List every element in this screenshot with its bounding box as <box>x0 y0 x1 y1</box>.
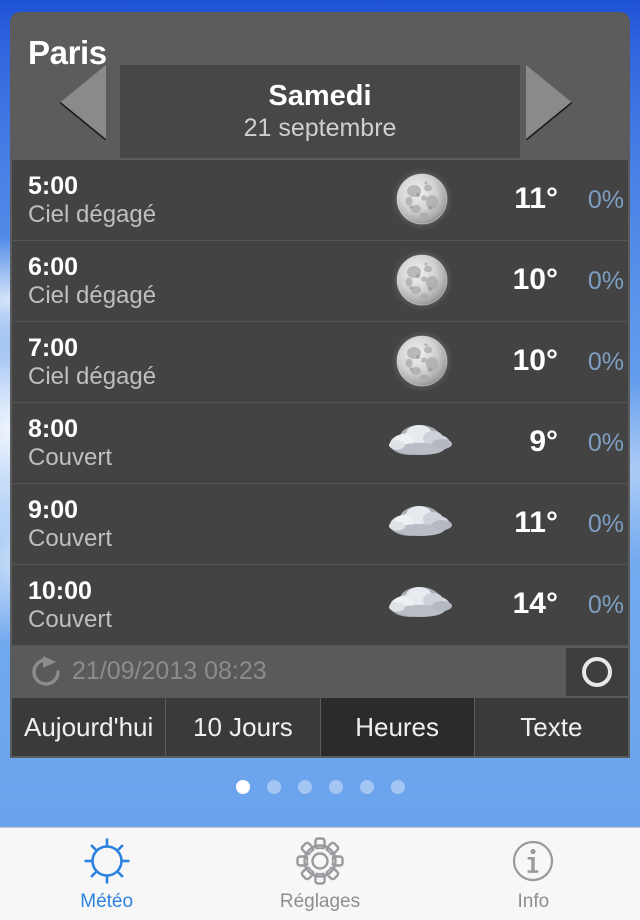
hourly-row[interactable]: 7:00 Ciel dégagé 10° 0% <box>12 322 628 403</box>
hour-weather-icon <box>380 330 464 394</box>
cloud-icon <box>389 425 452 455</box>
hour-precipitation: 0% <box>587 267 624 295</box>
current-date-display[interactable]: Samedi 21 septembre <box>120 65 520 158</box>
hour-temperature: 10° <box>512 263 558 296</box>
refresh-bar: 21/09/2013 08:23 <box>12 646 628 698</box>
hour-weather-icon <box>380 492 464 556</box>
hour-weather-icon <box>380 411 464 475</box>
hour-time: 6:00 <box>28 253 79 281</box>
hourly-row-text: 6:00 Ciel dégagé <box>28 253 156 311</box>
hour-temperature: 9° <box>529 425 558 458</box>
hour-time: 7:00 <box>28 334 79 362</box>
page-dot[interactable] <box>266 780 281 794</box>
page-dot[interactable] <box>359 780 374 794</box>
info-icon <box>513 840 554 881</box>
hour-temperature: 10° <box>512 344 558 377</box>
cloud-icon <box>389 506 452 536</box>
tabbar-item-mto[interactable]: Météo <box>0 828 213 920</box>
hour-precipitation: 0% <box>587 348 624 376</box>
hour-temperature: 14° <box>512 587 558 620</box>
moon-icon <box>391 330 453 392</box>
hour-precipitation: 0% <box>587 510 624 538</box>
sun-icon <box>84 838 130 883</box>
hour-weather-icon <box>380 573 464 637</box>
hour-condition: Couvert <box>28 444 113 471</box>
hour-temperature: 11° <box>514 182 558 215</box>
hour-weather-icon <box>380 168 464 232</box>
bottom-tab-bar: Météo Réglages Info <box>0 827 640 920</box>
view-tab-2[interactable]: 10 Jours <box>166 698 321 756</box>
stop-refresh-button[interactable] <box>566 648 628 696</box>
hour-condition: Ciel dégagé <box>28 201 157 228</box>
hourly-row-text: 5:00 Ciel dégagé <box>28 172 156 230</box>
page-dot[interactable] <box>297 780 312 794</box>
view-tab-1[interactable]: Aujourd'hui <box>12 698 167 756</box>
cloud-icon <box>389 587 452 617</box>
view-mode-tabs: Aujourd'hui 10 Jours Heures Texte <box>12 698 628 756</box>
date-text: 21 septembre <box>243 113 397 142</box>
hour-precipitation: 0% <box>587 591 624 619</box>
day-name: Samedi <box>268 80 372 113</box>
triangle-right-icon <box>526 65 572 140</box>
last-update-timestamp: 21/09/2013 08:23 <box>72 657 267 685</box>
view-tab-4[interactable]: Texte <box>474 698 628 756</box>
panel-header: Paris Samedi 21 septembre <box>10 12 630 160</box>
hour-condition: Couvert <box>28 606 113 633</box>
tabbar-item-label: Réglages <box>279 890 361 912</box>
hour-temperature: 11° <box>514 506 558 539</box>
hourly-row-text: 9:00 Couvert <box>28 496 112 554</box>
hour-time: 10:00 <box>28 577 92 605</box>
hourly-forecast-list: 5:00 Ciel dégagé 11° 0% 6:00 Ciel dégagé… <box>12 160 628 646</box>
hourly-row[interactable]: 8:00 Couvert 9° 0% <box>12 403 628 484</box>
tabbar-item-info[interactable]: Info <box>427 828 640 920</box>
circle-stop-icon <box>582 657 612 687</box>
page-indicator <box>0 780 640 794</box>
next-day-button[interactable] <box>526 65 572 140</box>
moon-icon <box>391 249 453 311</box>
hour-condition: Couvert <box>28 525 113 552</box>
hourly-row[interactable]: 5:00 Ciel dégagé 11° 0% <box>12 160 628 241</box>
tabbar-item-label: Météo <box>80 890 134 912</box>
page-dot[interactable] <box>328 780 343 794</box>
gear-icon <box>296 836 344 885</box>
view-tab-3[interactable]: Heures <box>320 698 475 756</box>
hourly-row-text: 8:00 Couvert <box>28 415 112 473</box>
hour-condition: Ciel dégagé <box>28 282 157 309</box>
triangle-left-icon <box>60 65 106 140</box>
hour-precipitation: 0% <box>587 429 624 457</box>
hour-time: 5:00 <box>28 172 79 200</box>
hour-time: 9:00 <box>28 496 79 524</box>
tabbar-item-label: Info <box>517 890 550 912</box>
hour-condition: Ciel dégagé <box>28 363 157 390</box>
hourly-row-text: 10:00 Couvert <box>28 577 112 635</box>
previous-day-button[interactable] <box>60 65 106 140</box>
hourly-row[interactable]: 10:00 Couvert 14° 0% <box>12 565 628 646</box>
tabbar-item-rglages[interactable]: Réglages <box>213 828 426 920</box>
weather-panel: Paris Samedi 21 septembre 5:00 Ciel dégag… <box>10 12 630 758</box>
page-dot[interactable] <box>390 780 405 794</box>
moon-icon <box>391 168 453 230</box>
hourly-row[interactable]: 9:00 Couvert 11° 0% <box>12 484 628 565</box>
hour-precipitation: 0% <box>587 186 624 214</box>
refresh-icon[interactable] <box>30 656 62 688</box>
hour-weather-icon <box>380 249 464 313</box>
page-dot[interactable] <box>235 780 250 794</box>
hourly-row-text: 7:00 Ciel dégagé <box>28 334 156 392</box>
hour-time: 8:00 <box>28 415 79 443</box>
hourly-row[interactable]: 6:00 Ciel dégagé 10° 0% <box>12 241 628 322</box>
